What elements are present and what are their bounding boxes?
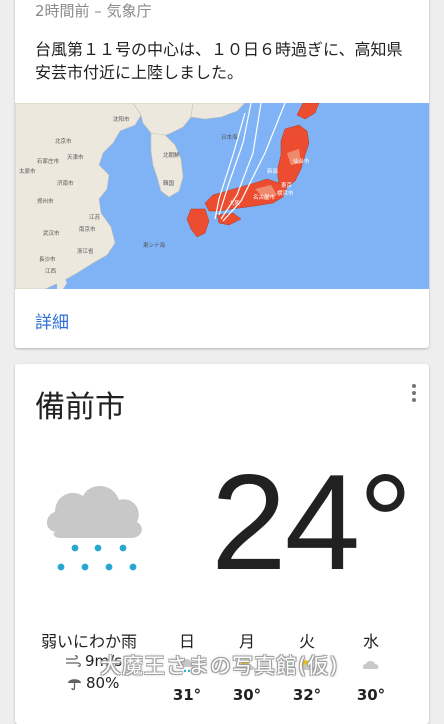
map-label: 名古屋市 xyxy=(253,193,276,201)
map-label: 東京 xyxy=(281,181,293,189)
more-vert-icon[interactable] xyxy=(407,382,421,404)
forecast-day-0[interactable]: 日 xyxy=(157,628,217,652)
map-label: 武汉市 xyxy=(43,229,60,237)
map-label: 江苏 xyxy=(89,213,101,221)
map-label: 石家庄市 xyxy=(37,157,60,165)
forecast-temp-0: 31° xyxy=(172,686,202,704)
alert-headline: 台風第１１号の中心は、１０日６時過ぎに、高知県安芸市付近に上陸しました。 xyxy=(35,40,403,82)
forecast-temp-1: 30° xyxy=(232,686,262,704)
map-label: 仙台市 xyxy=(293,157,310,165)
forecast-day-1[interactable]: 月 xyxy=(217,628,277,652)
map-label: 長沙市 xyxy=(39,255,56,263)
wind-icon xyxy=(66,655,81,667)
map-label: 浙江省 xyxy=(77,247,94,255)
umbrella-icon xyxy=(68,678,81,690)
typhoon-alert-card[interactable]: 2時間前 – 気象庁 台風第１１号の中心は、１０日６時過ぎに、高知県安芸市付近に… xyxy=(15,0,429,348)
city-name: 備前市 xyxy=(35,390,125,425)
map-label: 江西 xyxy=(45,268,57,275)
forecast-temp-2: 32° xyxy=(292,686,322,704)
map-label: 太原市 xyxy=(19,167,36,175)
map-label: 天津市 xyxy=(67,153,84,161)
map-label: 济南市 xyxy=(57,179,74,187)
map-label: 沈阳市 xyxy=(113,115,130,123)
typhoon-map[interactable]: 北京市 天津市 石家庄市 太原市 济南市 郑州市 江苏 南京市 武汉市 長沙市 … xyxy=(15,103,429,289)
map-label: 北朝鮮 xyxy=(163,151,180,159)
forecast-day-3[interactable]: 水 xyxy=(341,628,401,652)
map-label: 南京市 xyxy=(79,225,96,233)
map-label: 横浜市 xyxy=(277,189,294,197)
map-label: 北京市 xyxy=(55,137,72,145)
cloudy-icon xyxy=(362,661,379,669)
cloud-rain-icon xyxy=(46,485,142,571)
details-link[interactable]: 詳細 xyxy=(35,308,69,333)
forecast-day-2[interactable]: 火 xyxy=(277,628,337,652)
map-label: 郑州市 xyxy=(37,197,54,205)
map-label: 韓国 xyxy=(163,179,175,187)
map-label: 日本海 xyxy=(221,133,238,141)
forecast-temp-3: 30° xyxy=(356,686,386,704)
map-label: 大阪 xyxy=(229,199,241,207)
alert-source-time: 2時間前 – 気象庁 xyxy=(35,2,152,20)
current-temperature: 24° xyxy=(211,446,413,598)
map-label: 新潟 xyxy=(267,167,279,175)
watermark: 大魔王さまの写真館(仮) xyxy=(100,654,339,678)
condition-text: 弱いにわか雨 xyxy=(41,632,138,651)
map-label: 東シナ海 xyxy=(143,241,166,249)
